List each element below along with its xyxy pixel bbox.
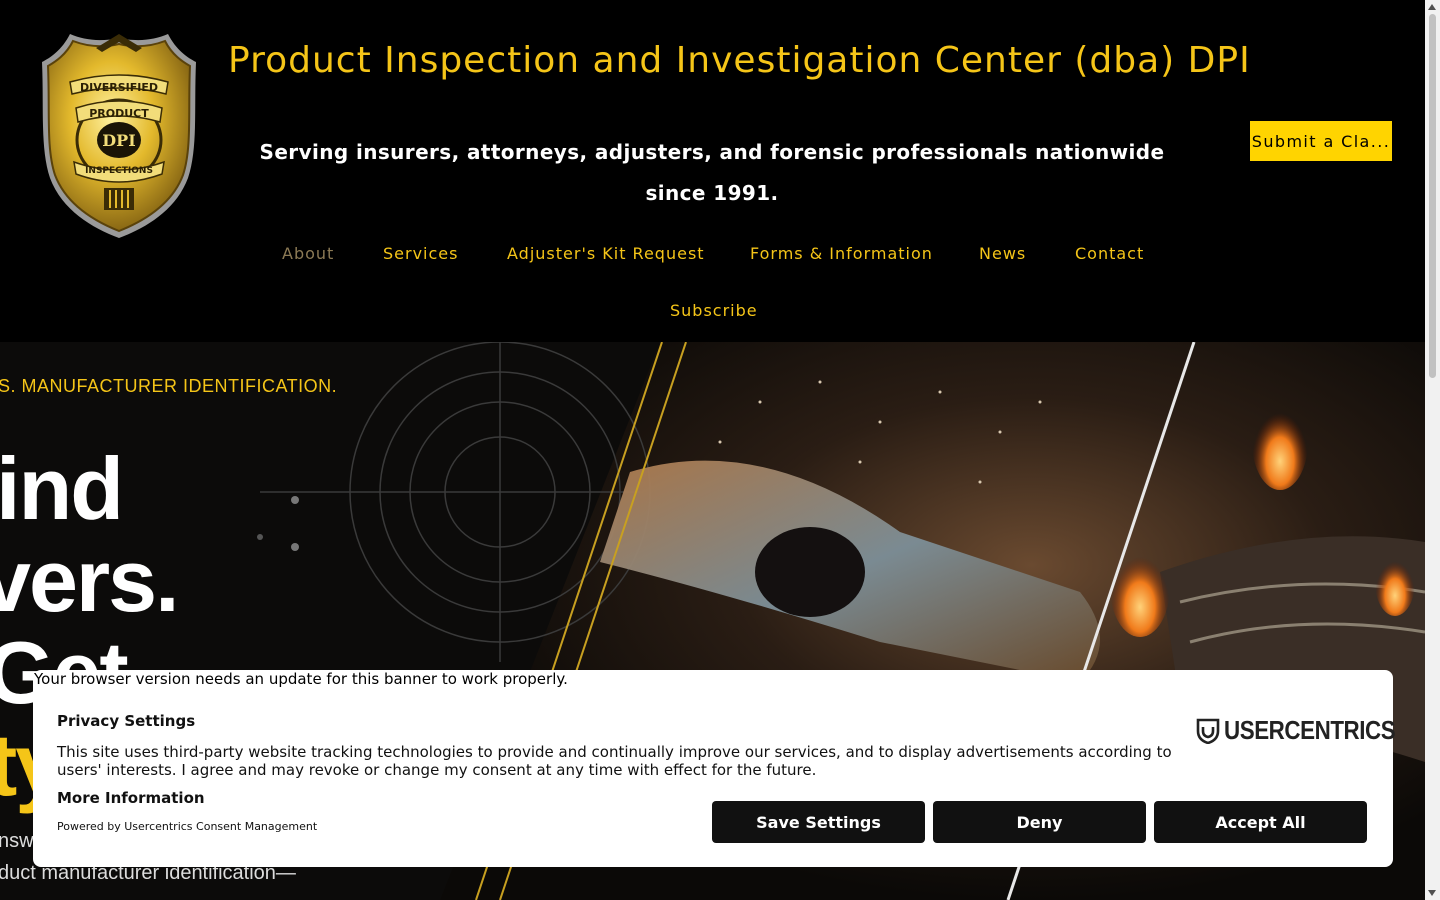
logo-bottom-text: INSPECTIONS: [85, 166, 153, 176]
scrollbar-thumb[interactable]: [1429, 14, 1436, 378]
privacy-consent-banner: Privacy Settings This site uses third-pa…: [33, 670, 1396, 867]
deny-button[interactable]: Deny: [933, 801, 1146, 843]
dpi-badge-logo[interactable]: DIVERSIFIED PRODUCT DPI INSPECTIONS: [40, 28, 198, 240]
logo-top-text: DIVERSIFIED: [80, 81, 158, 94]
save-settings-button[interactable]: Save Settings: [712, 801, 925, 843]
nav-item-subscribe[interactable]: Subscribe: [670, 301, 758, 320]
nav-item-news[interactable]: News: [979, 244, 1026, 263]
site-title[interactable]: Product Inspection and Investigation Cen…: [228, 40, 1251, 81]
scroll-up-arrow-icon[interactable]: [1428, 4, 1436, 10]
logo-center-text: DPI: [102, 131, 135, 150]
hero-kicker: S. MANUFACTURER IDENTIFICATION.: [0, 376, 338, 396]
shield-icon: [1196, 718, 1220, 744]
powered-by-text: Powered by Usercentrics Consent Manageme…: [57, 820, 318, 833]
accept-all-button[interactable]: Accept All: [1154, 801, 1367, 843]
nav-item-forms-information[interactable]: Forms & Information: [750, 244, 933, 263]
browser-update-notice: Your browser version needs an update for…: [34, 670, 568, 688]
vertical-scrollbar[interactable]: [1425, 0, 1440, 900]
hero-headline-line-1: ind: [0, 439, 124, 538]
usercentrics-wordmark: USERCENTRICS: [1224, 715, 1396, 745]
usercentrics-logo: USERCENTRICS: [1196, 715, 1423, 746]
consent-title: Privacy Settings: [57, 712, 196, 730]
site-tagline: Serving insurers, attorneys, adjusters, …: [259, 140, 1165, 205]
site-header: DIVERSIFIED PRODUCT DPI INSPECTIONS Prod…: [0, 0, 1425, 342]
consent-body-text: This site uses third-party website track…: [57, 743, 1172, 779]
hero-subtext-1: nsw: [0, 830, 34, 852]
scroll-down-arrow-icon[interactable]: [1428, 890, 1436, 896]
submit-claim-button[interactable]: Submit a Cla...: [1250, 121, 1392, 161]
hero-headline-line-2: vers.: [0, 531, 180, 630]
more-information-link[interactable]: More Information: [57, 789, 205, 807]
nav-item-adjusters-kit-request[interactable]: Adjuster's Kit Request: [507, 244, 705, 263]
nav-item-contact[interactable]: Contact: [1075, 244, 1144, 263]
nav-item-services[interactable]: Services: [383, 244, 458, 263]
nav-item-about[interactable]: About: [282, 244, 334, 263]
page: DIVERSIFIED PRODUCT DPI INSPECTIONS Prod…: [0, 0, 1425, 900]
logo-ribbon-text: PRODUCT: [89, 107, 149, 120]
